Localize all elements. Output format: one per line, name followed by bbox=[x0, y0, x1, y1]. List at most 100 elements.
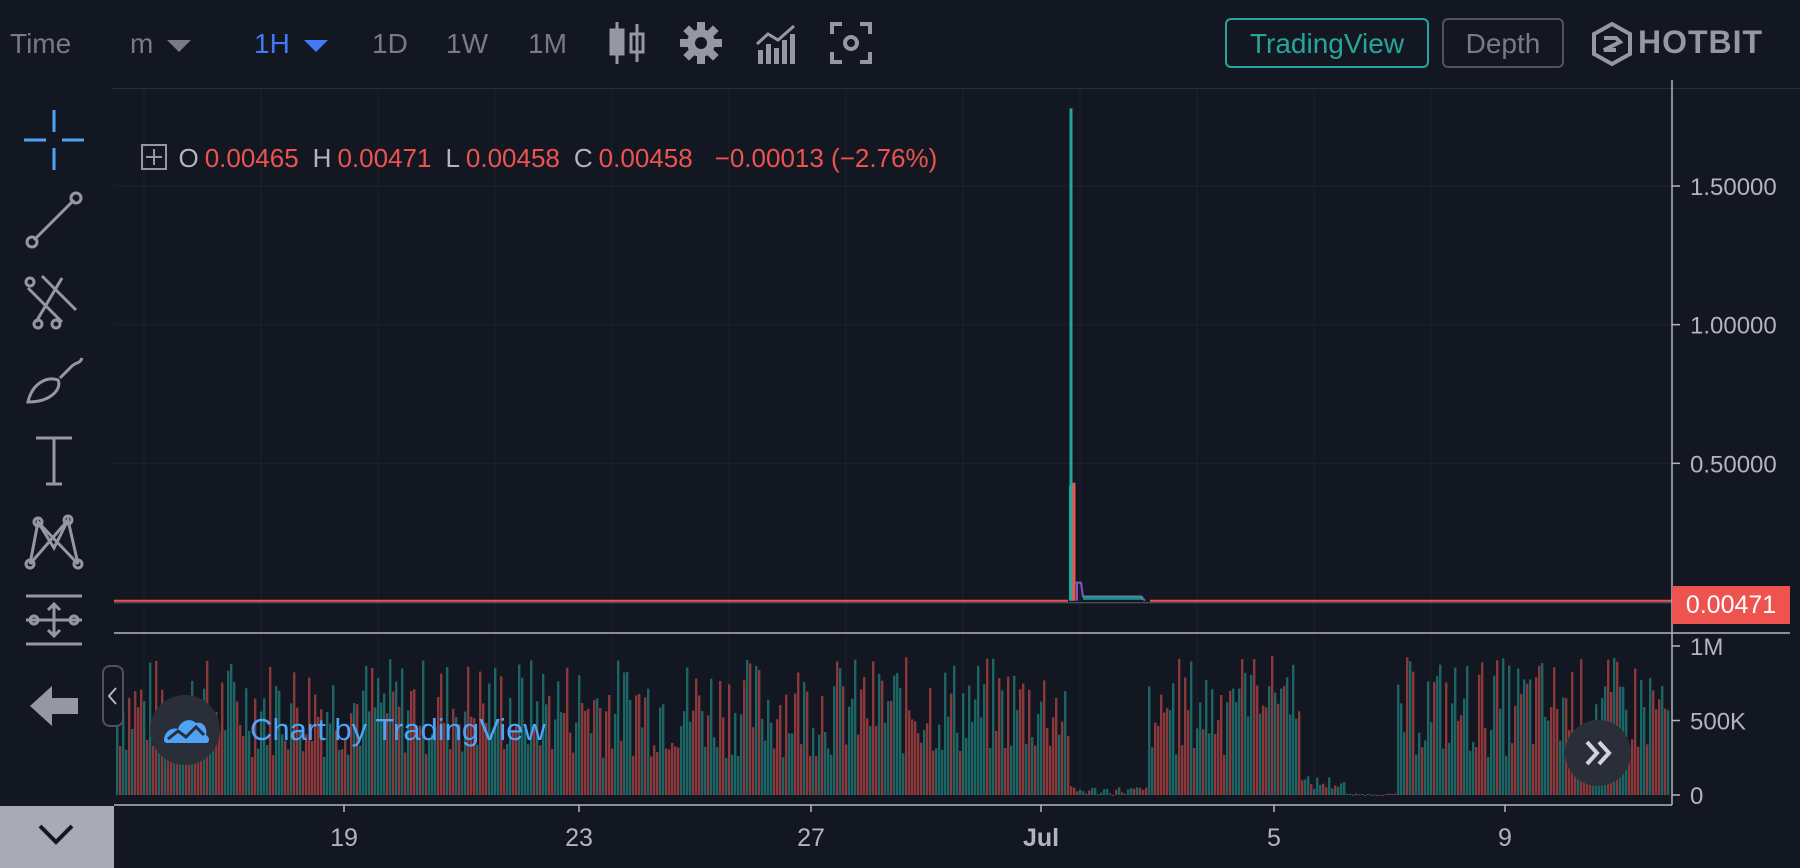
volume-bar bbox=[1403, 732, 1406, 795]
volume-bar bbox=[1253, 659, 1256, 795]
volume-bar bbox=[1643, 707, 1646, 795]
volume-bar bbox=[908, 710, 911, 795]
volume-bar bbox=[974, 699, 977, 795]
volume-bar bbox=[653, 745, 656, 795]
volume-bar bbox=[1667, 710, 1670, 795]
volume-bar bbox=[812, 727, 815, 795]
volume-bar bbox=[1226, 702, 1229, 795]
volume-bar bbox=[881, 680, 884, 795]
volume-bar bbox=[641, 727, 644, 795]
panel-collapse-handle[interactable] bbox=[102, 665, 124, 727]
volume-bar bbox=[1304, 779, 1307, 795]
volume-bar bbox=[1346, 793, 1349, 795]
volume-bar bbox=[845, 744, 848, 795]
volume-bar bbox=[1145, 787, 1148, 795]
volume-bar bbox=[713, 737, 716, 795]
volume-bar bbox=[1478, 674, 1481, 795]
volume-bar bbox=[1085, 793, 1088, 795]
cloud-chart-icon bbox=[164, 720, 209, 743]
volume-bar bbox=[1262, 705, 1265, 795]
volume-bar bbox=[815, 756, 818, 795]
volume-bar bbox=[1022, 683, 1025, 795]
volume-bar bbox=[1223, 755, 1226, 795]
volume-bar bbox=[662, 704, 665, 795]
volume-bar bbox=[629, 699, 632, 795]
volume-bar bbox=[1472, 742, 1475, 795]
volume-bar bbox=[983, 684, 986, 795]
volume-bar bbox=[593, 700, 596, 795]
volume-bar bbox=[1298, 711, 1301, 795]
volume-bar bbox=[692, 710, 695, 795]
volume-bar bbox=[1301, 780, 1304, 795]
volume-bar bbox=[1139, 787, 1142, 795]
time-axis-label: 23 bbox=[565, 824, 593, 852]
volume-bar bbox=[1088, 790, 1091, 795]
volume-bar bbox=[1169, 710, 1172, 795]
volume-bar bbox=[1334, 785, 1337, 795]
volume-bar bbox=[851, 698, 854, 795]
low-label: L bbox=[445, 143, 460, 173]
volume-bar bbox=[1103, 789, 1106, 795]
expand-legend-icon[interactable] bbox=[140, 143, 168, 171]
scroll-to-realtime-button[interactable] bbox=[1565, 720, 1631, 786]
volume-bar bbox=[1514, 705, 1517, 795]
volume-bar bbox=[962, 693, 965, 795]
volume-bar bbox=[1544, 716, 1547, 795]
volume-bar bbox=[1391, 794, 1394, 796]
volume-bar bbox=[1517, 668, 1520, 795]
volume-bar bbox=[758, 669, 761, 795]
volume-bar bbox=[1265, 707, 1268, 795]
volume-bar bbox=[935, 748, 938, 795]
spike-candle-body bbox=[1069, 485, 1073, 601]
volume-bar bbox=[1430, 722, 1433, 795]
volume-bar bbox=[623, 672, 626, 795]
volume-bar bbox=[1247, 716, 1250, 795]
volume-bar bbox=[1100, 792, 1103, 795]
volume-bar bbox=[797, 672, 800, 795]
volume-bar bbox=[707, 715, 710, 795]
volume-bar bbox=[1034, 745, 1037, 795]
volume-bar bbox=[1526, 683, 1529, 795]
volume-bar bbox=[1115, 789, 1118, 795]
volume-bar bbox=[614, 713, 617, 795]
volume-bar bbox=[689, 721, 692, 795]
volume-bar bbox=[803, 682, 806, 795]
volume-bar bbox=[1370, 794, 1373, 796]
volume-bar bbox=[1661, 685, 1664, 795]
volume-bar bbox=[710, 678, 713, 795]
time-axis-label: Jul bbox=[1023, 824, 1059, 852]
volume-bar bbox=[665, 748, 668, 795]
volume-bar bbox=[1151, 747, 1154, 795]
volume-bar bbox=[1427, 681, 1430, 795]
volume-bar bbox=[1121, 792, 1124, 795]
volume-bar bbox=[1523, 679, 1526, 795]
volume-bar bbox=[1031, 737, 1034, 795]
volume-bar bbox=[977, 665, 980, 795]
volume-bar bbox=[698, 695, 701, 795]
ohlc-legend: O 0.00465 H 0.00471 L 0.00458 C 0.00458 −0.00013… bbox=[126, 112, 937, 174]
volume-bar bbox=[782, 757, 785, 795]
volume-bar bbox=[737, 756, 740, 795]
volume-bar bbox=[125, 749, 128, 795]
volume-bar bbox=[1112, 794, 1115, 796]
volume-bar bbox=[1208, 733, 1211, 795]
volume-bar bbox=[668, 749, 671, 795]
volume-bar bbox=[1553, 667, 1556, 795]
volume-bar bbox=[1124, 793, 1127, 795]
volume-bar bbox=[128, 698, 131, 795]
volume-bar bbox=[884, 722, 887, 795]
volume-bar bbox=[1385, 793, 1388, 795]
volume-bar bbox=[1109, 793, 1112, 795]
volume-bar bbox=[1409, 661, 1412, 795]
volume-bar bbox=[902, 753, 905, 795]
volume-bar bbox=[1043, 680, 1046, 795]
volume-bar bbox=[818, 734, 821, 795]
volume-bar bbox=[146, 739, 149, 795]
volume-bar bbox=[1061, 721, 1064, 795]
volume-bar bbox=[1322, 783, 1325, 795]
high-value: 0.00471 bbox=[337, 143, 432, 173]
volume-bar bbox=[647, 688, 650, 795]
tradingview-badge[interactable]: Chart by TradingView bbox=[150, 695, 580, 765]
volume-bar bbox=[1358, 794, 1361, 796]
volume-bar bbox=[617, 660, 620, 795]
